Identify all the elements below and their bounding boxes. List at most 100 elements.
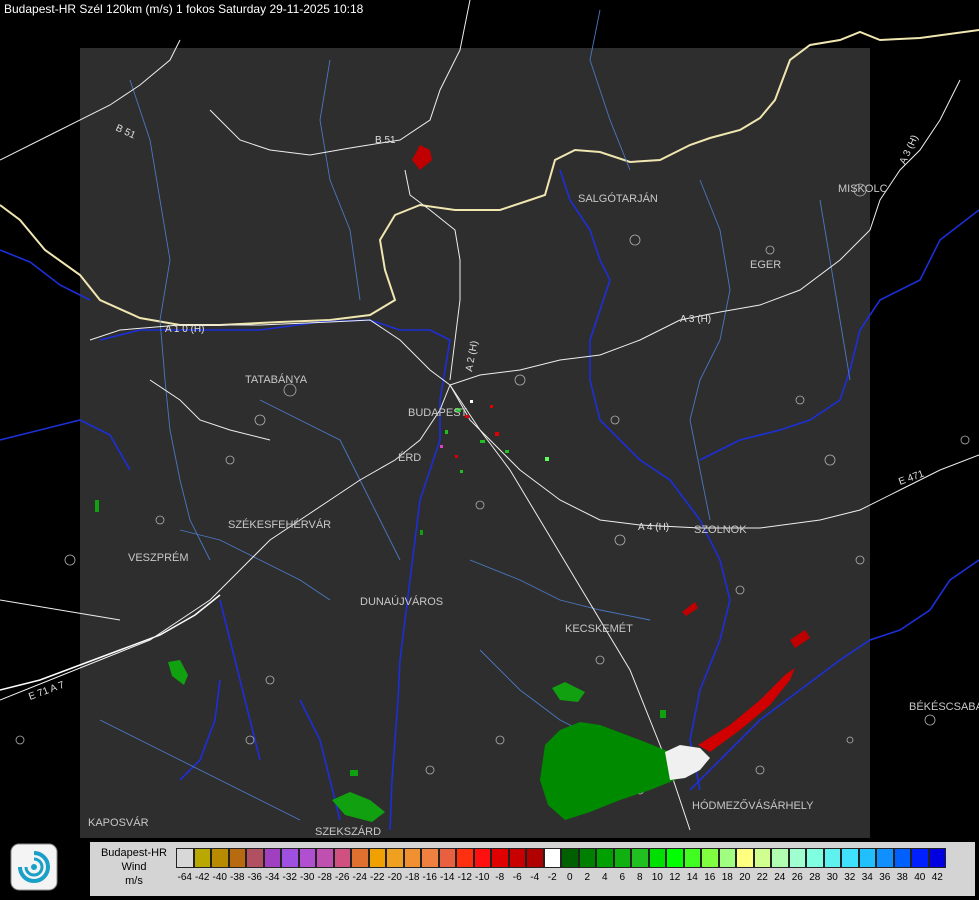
- legend-label: Budapest-HR Wind m/s: [92, 846, 176, 888]
- legend-swatch: [596, 848, 614, 868]
- legend-swatch: [771, 848, 789, 868]
- legend-swatch: [578, 848, 596, 868]
- legend-tick-label: 8: [636, 872, 643, 883]
- legend-swatch: [753, 848, 771, 868]
- legend-swatch: [298, 848, 316, 868]
- legend-tick-label: 38: [896, 872, 908, 883]
- city-label: KECSKEMÉT: [565, 622, 633, 635]
- legend-swatch: [176, 848, 194, 868]
- legend-swatch: [228, 848, 246, 868]
- echo-west-speck: [95, 500, 99, 512]
- legend-swatch: [613, 848, 631, 868]
- road-label: A 1 0 (H): [165, 324, 204, 335]
- legend-swatch: [823, 848, 841, 868]
- city-label: HÓDMEZŐVÁSÁRHELY: [692, 798, 814, 812]
- road-label: A 4 (H): [638, 522, 669, 533]
- legend-tick-label: 24: [774, 872, 786, 883]
- legend-tick-label: -20: [387, 872, 402, 883]
- legend-tick-label: -32: [282, 872, 297, 883]
- legend-radar-name: Budapest-HR: [100, 847, 168, 859]
- legend-swatch: [543, 848, 561, 868]
- legend-swatch: [911, 848, 929, 868]
- legend-tick-label: -10: [475, 872, 490, 883]
- legend-swatch: [701, 848, 719, 868]
- legend-tick-label: -36: [247, 872, 262, 883]
- legend-tick-label: 30: [826, 872, 838, 883]
- legend-tick-label: 26: [791, 872, 803, 883]
- city-label: SZÉKESFEHÉRVÁR: [228, 518, 331, 531]
- legend-tick-label: -24: [352, 872, 367, 883]
- legend-tick-label: -40: [212, 872, 227, 883]
- road-label: B 51: [375, 135, 396, 146]
- legend-tick-label: 42: [931, 872, 943, 883]
- legend-tick-label: 34: [861, 872, 873, 883]
- legend-tick-label: -64: [177, 872, 192, 883]
- legend-tick-label: -2: [547, 872, 557, 883]
- legend-swatch: [648, 848, 666, 868]
- legend-swatch: [841, 848, 859, 868]
- legend-tick-label: -22: [370, 872, 385, 883]
- road-label: A 3 (H): [680, 314, 711, 325]
- legend-swatch: [386, 848, 404, 868]
- legend-swatch: [858, 848, 876, 868]
- legend-swatch: [333, 848, 351, 868]
- legend-swatch: [666, 848, 684, 868]
- legend-swatch: [193, 848, 211, 868]
- legend-tick-label: -34: [265, 872, 280, 883]
- legend-tick-label: 16: [704, 872, 716, 883]
- city-label: DUNAÚJVÁROS: [360, 595, 443, 608]
- legend-swatch: [561, 848, 579, 868]
- legend-tick-label: 20: [739, 872, 751, 883]
- city-label: MISKOLC: [838, 183, 888, 195]
- echo-speck: [350, 770, 358, 776]
- met-service-logo-icon: [10, 843, 58, 891]
- legend-tick-label: 36: [879, 872, 891, 883]
- legend-swatch: [508, 848, 526, 868]
- map-title: Budapest-HR Szél 120km (m/s) 1 fokos Sat…: [4, 2, 364, 16]
- legend-swatch: [368, 848, 386, 868]
- legend-tick-label: 28: [809, 872, 821, 883]
- legend-unit: m/s: [125, 875, 143, 887]
- legend-tick-label: 32: [844, 872, 856, 883]
- legend-tick-label: 40: [914, 872, 926, 883]
- echo-speck: [660, 710, 666, 718]
- legend-tick-label: 14: [686, 872, 698, 883]
- legend-tick-label: -16: [422, 872, 437, 883]
- legend-swatch: [473, 848, 491, 868]
- legend-tick-label: -26: [335, 872, 350, 883]
- legend-swatch: [263, 848, 281, 868]
- legend-swatch: [806, 848, 824, 868]
- legend-swatch: [631, 848, 649, 868]
- legend-tick-label: -6: [512, 872, 522, 883]
- color-legend: Budapest-HR Wind m/s -64 -42 -40 -38 -36 -34-…: [90, 842, 975, 896]
- city-label: VESZPRÉM: [128, 551, 189, 564]
- city-label: BÉKÉSCSABA: [909, 700, 979, 713]
- legend-tick-label: -8: [495, 872, 505, 883]
- legend-swatch: [438, 848, 456, 868]
- city-label: TATABÁNYA: [245, 373, 308, 386]
- city-label: EGER: [750, 259, 781, 271]
- legend-swatch: [351, 848, 369, 868]
- legend-tick-label: -28: [317, 872, 332, 883]
- city-label: ÉRD: [398, 451, 421, 464]
- legend-tick-label: 2: [584, 872, 591, 883]
- legend-tick-label: 18: [721, 872, 733, 883]
- legend-tick-label: 0: [566, 872, 573, 883]
- legend-swatch: [718, 848, 736, 868]
- city-label: SZEKSZÁRD: [315, 825, 381, 838]
- legend-swatch: [403, 848, 421, 868]
- legend-quantity: Wind: [121, 861, 147, 873]
- road-label: E 471: [897, 468, 926, 487]
- legend-tick-label: 6: [619, 872, 626, 883]
- legend-tick-label: -42: [195, 872, 210, 883]
- legend-tick-label: 12: [669, 872, 681, 883]
- legend-swatch: [736, 848, 754, 868]
- city-label: SALGÓTARJÁN: [578, 192, 658, 205]
- legend-swatch: [211, 848, 229, 868]
- legend-tick-label: 10: [651, 872, 663, 883]
- legend-swatch: [876, 848, 894, 868]
- legend-tick-label: -30: [300, 872, 315, 883]
- legend-tick-label: -4: [530, 872, 540, 883]
- legend-swatches: [176, 848, 946, 868]
- legend-swatch: [893, 848, 911, 868]
